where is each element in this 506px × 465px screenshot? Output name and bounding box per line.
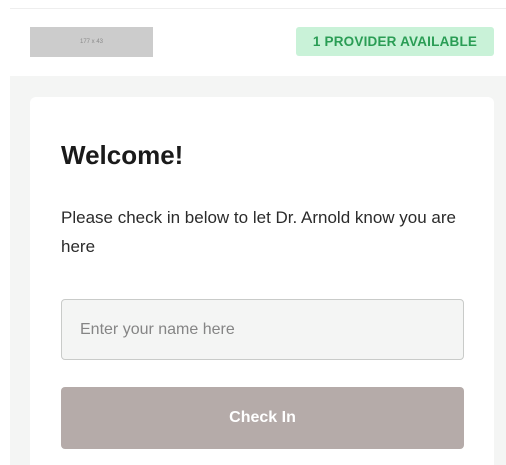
header-divider [10, 8, 506, 9]
check-in-button[interactable]: Check In [61, 387, 464, 449]
checkin-message: Please check in below to let Dr. Arnold … [61, 208, 456, 256]
provider-available-badge: 1 PROVIDER AVAILABLE [296, 27, 494, 56]
checkin-card: Welcome! Please check in below to let Dr… [30, 97, 494, 465]
welcome-title: Welcome! [61, 140, 184, 170]
header: 177 x 43 1 PROVIDER AVAILABLE [0, 0, 506, 76]
logo-placeholder: 177 x 43 [30, 27, 153, 57]
name-input[interactable] [61, 299, 464, 360]
checkin-page: 177 x 43 1 PROVIDER AVAILABLE Welcome! P… [0, 0, 506, 465]
